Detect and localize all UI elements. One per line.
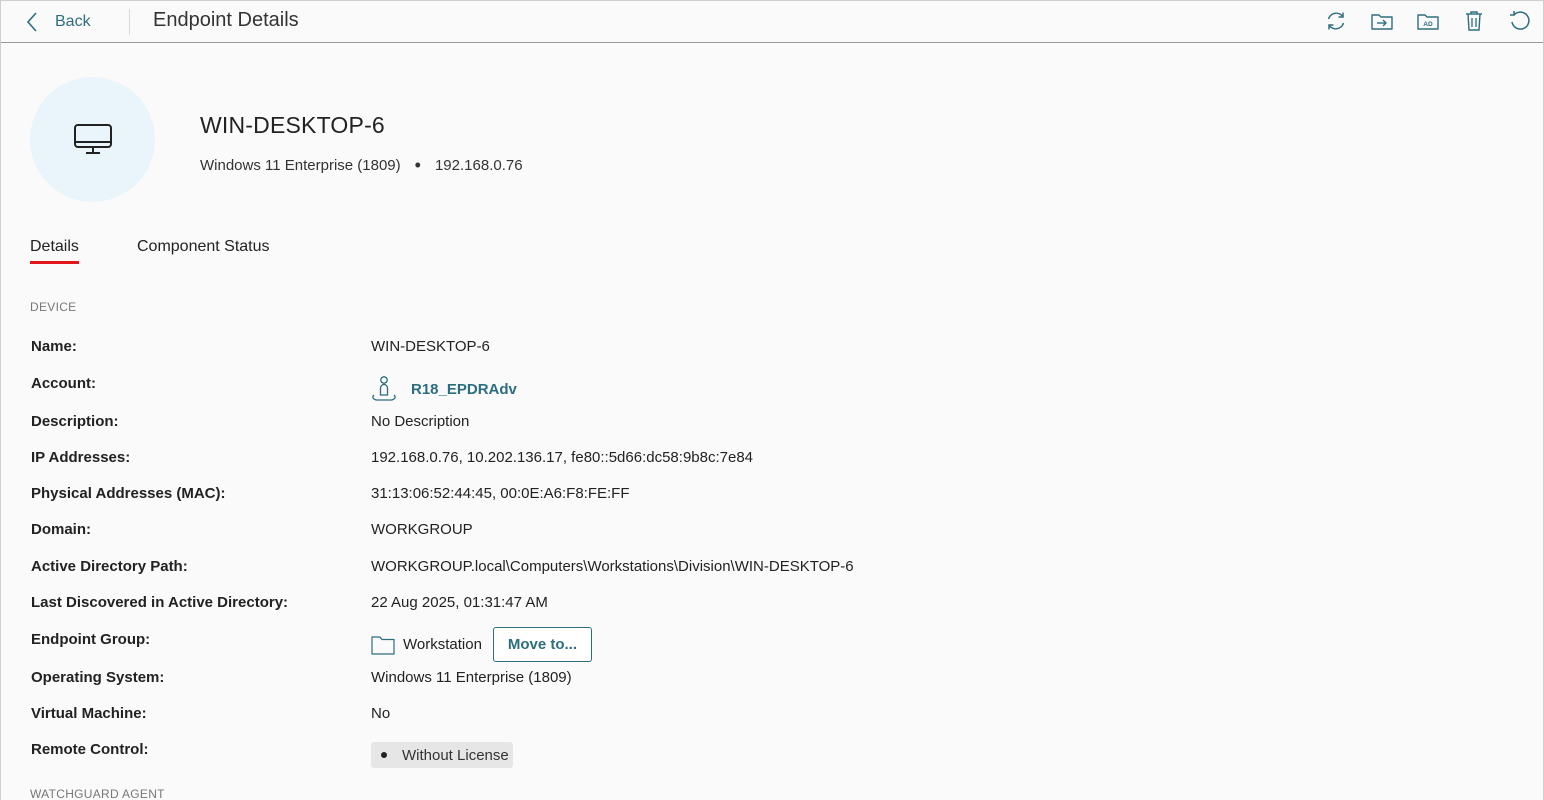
last-discovered-value: 22 Aug 2025, 01:31:47 AM	[371, 594, 548, 611]
remote-control-label: Remote Control:	[31, 741, 149, 758]
back-label: Back	[55, 13, 91, 30]
endpoint-group-value: Workstation Move to...	[371, 627, 592, 662]
folder-icon	[371, 635, 395, 655]
trash-icon	[1466, 11, 1482, 31]
description-label: Description:	[31, 413, 119, 430]
endpoint-avatar	[30, 77, 155, 202]
active-tab-indicator	[30, 261, 79, 264]
endpoint-os: Windows 11 Enterprise (1809)	[200, 157, 401, 174]
move-folder-icon	[1371, 14, 1393, 30]
delete-button[interactable]	[1451, 7, 1497, 35]
restart-icon	[1510, 11, 1530, 30]
ip-addresses-label: IP Addresses:	[31, 449, 131, 466]
page-title: Endpoint Details	[153, 9, 299, 31]
top-bar: Back Endpoint Details AD	[1, 1, 1543, 43]
active-directory-icon: AD	[1417, 14, 1439, 30]
ad-path-label: Active Directory Path:	[31, 558, 188, 575]
device-section-title: DEVICE	[30, 300, 77, 314]
tab-component-status-label: Component Status	[137, 238, 270, 255]
domain-value: WORKGROUP	[371, 521, 473, 538]
svg-text:AD: AD	[1423, 21, 1433, 28]
account-value: R18_EPDRAdv	[371, 375, 517, 403]
tab-details-label: Details	[30, 238, 79, 255]
os-label: Operating System:	[31, 669, 165, 686]
ad-path-value: WORKGROUP.local\Computers\Workstations\D…	[371, 558, 854, 575]
account-link[interactable]: R18_EPDRAdv	[411, 381, 517, 398]
os-value: Windows 11 Enterprise (1809)	[371, 669, 572, 686]
last-discovered-label: Last Discovered in Active Directory:	[31, 594, 289, 611]
mac-value: 31:13:06:52:44:45, 00:0E:A6:F8:FE:FF	[371, 485, 630, 502]
description-value: No Description	[371, 413, 470, 430]
license-status-badge: Without License	[371, 742, 513, 768]
endpoint-group-label: Endpoint Group:	[31, 631, 151, 648]
endpoint-meta: Windows 11 Enterprise (1809) • 192.168.0…	[200, 155, 523, 175]
header-divider	[129, 9, 130, 35]
meta-separator: •	[414, 155, 421, 175]
domain-label: Domain:	[31, 521, 91, 538]
sync-icon	[1327, 12, 1345, 30]
endpoint-group-name: Workstation	[403, 636, 482, 653]
agent-section-title: WATCHGUARD AGENT	[30, 787, 165, 800]
active-directory-button[interactable]: AD	[1405, 7, 1451, 35]
endpoint-name: WIN-DESKTOP-6	[200, 112, 385, 138]
tab-component-status[interactable]: Component Status	[137, 238, 270, 256]
virtual-machine-label: Virtual Machine:	[31, 705, 147, 722]
sync-button[interactable]	[1313, 7, 1359, 35]
tab-details[interactable]: Details	[30, 238, 79, 264]
virtual-machine-value: No	[371, 705, 391, 722]
move-to-button[interactable]: Move to...	[492, 627, 592, 662]
name-label: Name:	[31, 338, 77, 355]
chevron-left-icon	[26, 12, 37, 32]
restart-button[interactable]	[1497, 7, 1543, 35]
endpoint-ip: 192.168.0.76	[434, 157, 523, 174]
desktop-monitor-icon	[73, 123, 112, 154]
status-dot	[381, 752, 387, 758]
account-label: Account:	[31, 375, 96, 392]
back-button[interactable]: Back	[23, 1, 91, 43]
name-value: WIN-DESKTOP-6	[371, 338, 490, 355]
toolbar: AD	[1313, 7, 1543, 35]
license-status-text: Without License	[402, 746, 509, 764]
ip-addresses-value: 192.168.0.76, 10.202.136.17, fe80::5d66:…	[371, 449, 754, 466]
mac-label: Physical Addresses (MAC):	[31, 485, 226, 502]
account-user-icon	[372, 376, 396, 401]
move-button[interactable]	[1359, 7, 1405, 35]
remote-control-value: Without License	[371, 742, 513, 768]
